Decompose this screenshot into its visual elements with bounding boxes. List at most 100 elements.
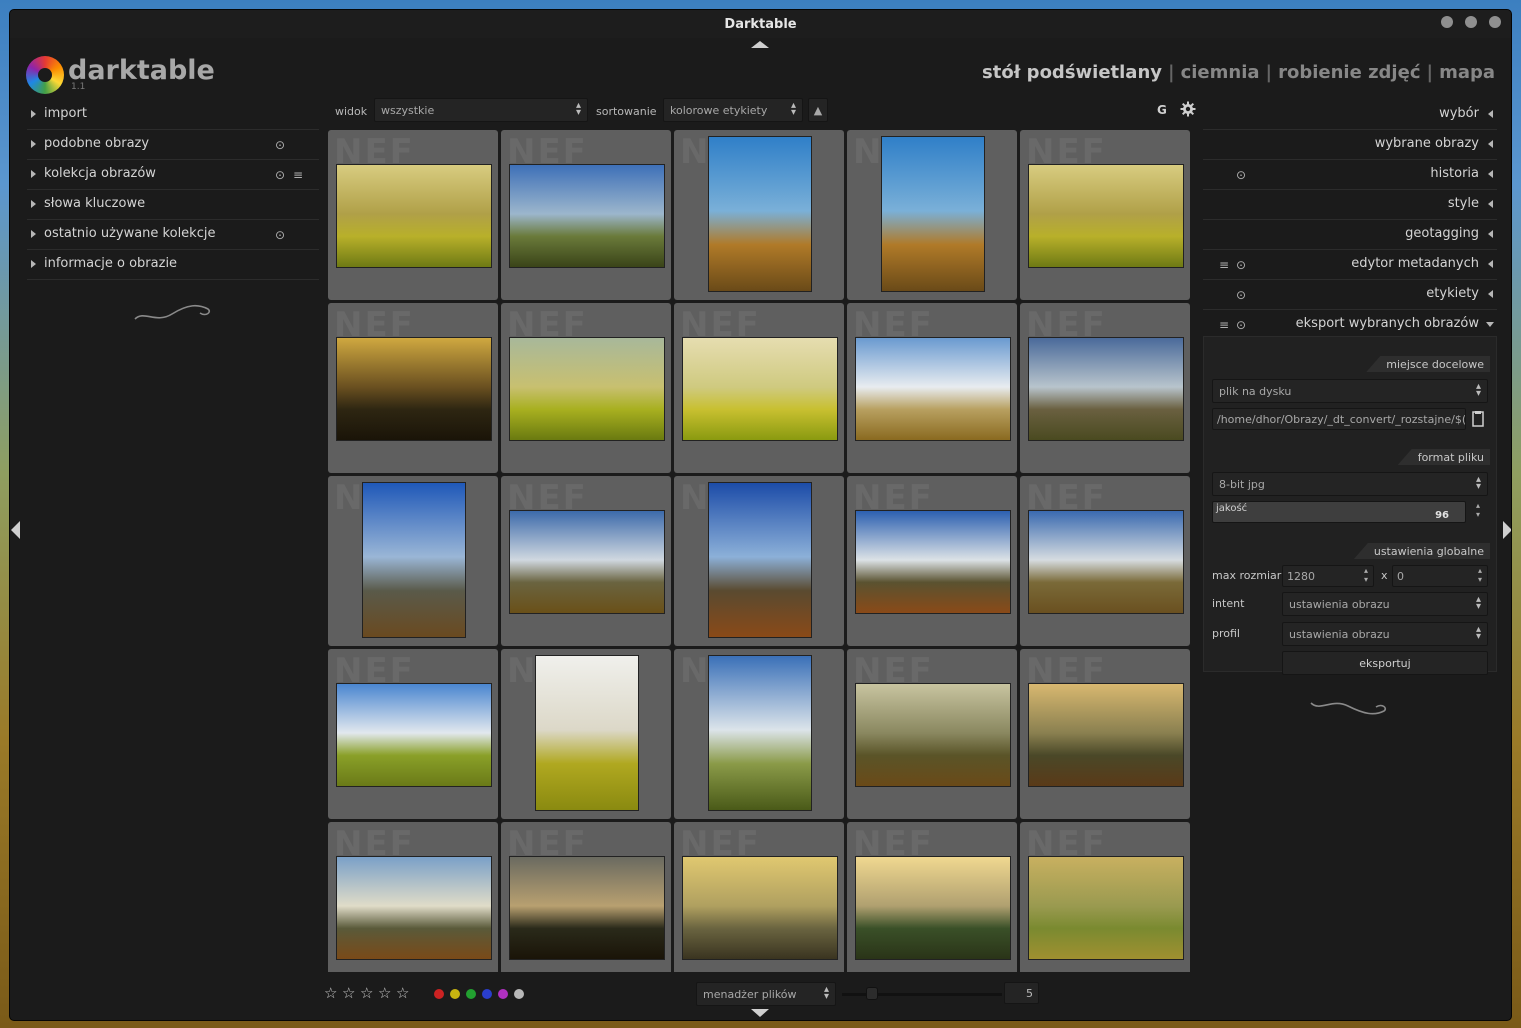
thumbnail[interactable]: NEF bbox=[501, 649, 671, 819]
right-panel-toggle-icon[interactable] bbox=[1503, 521, 1511, 539]
thumbnail[interactable]: NEF bbox=[674, 303, 844, 473]
sort-select[interactable]: kolorowe etykiety ▴ ▾ bbox=[663, 98, 803, 122]
star-rating-2-icon[interactable]: ☆ bbox=[342, 984, 355, 1002]
profile-select[interactable]: ustawienia obrazu ▴ ▾ bbox=[1282, 622, 1488, 646]
presets-icon[interactable]: ≡ bbox=[1219, 258, 1229, 272]
reset-icon[interactable]: ⊙ bbox=[275, 138, 285, 152]
reset-icon[interactable]: ⊙ bbox=[275, 168, 285, 182]
module-styles[interactable]: style bbox=[1203, 190, 1497, 220]
zoom-input[interactable]: 5 bbox=[1004, 982, 1039, 1004]
file-format-select[interactable]: 8-bit jpg ▴ ▾ bbox=[1212, 472, 1488, 496]
intent-select[interactable]: ustawienia obrazu ▴ ▾ bbox=[1282, 592, 1488, 616]
reset-icon[interactable]: ⊙ bbox=[1236, 318, 1246, 332]
color-label-yellow-icon[interactable] bbox=[450, 989, 460, 999]
module-keywords[interactable]: słowa kluczowe bbox=[27, 190, 319, 220]
thumbnail[interactable]: NEF bbox=[328, 649, 498, 819]
view-separator: | bbox=[1265, 62, 1273, 83]
height-spin-icon[interactable]: ▴ ▾ bbox=[1478, 566, 1482, 584]
thumbnail[interactable]: NEF bbox=[1020, 822, 1190, 972]
target-storage-select[interactable]: plik na dysku ▴ ▾ bbox=[1212, 379, 1488, 403]
module-select[interactable]: wybór bbox=[1203, 100, 1497, 130]
thumbnail[interactable]: NEF bbox=[328, 303, 498, 473]
thumbnail[interactable]: NEF bbox=[847, 649, 1017, 819]
color-label-purple-icon[interactable] bbox=[498, 989, 508, 999]
thumbnail[interactable]: NEF bbox=[674, 649, 844, 819]
thumbnail[interactable]: NEF bbox=[1020, 649, 1190, 819]
close-button[interactable] bbox=[1489, 16, 1501, 28]
view-separator: | bbox=[1426, 62, 1434, 83]
star-rating-4-icon[interactable]: ☆ bbox=[378, 984, 391, 1002]
presets-icon[interactable]: ≡ bbox=[293, 168, 303, 182]
thumbnail[interactable]: NEF bbox=[674, 130, 844, 300]
intent-value: ustawienia obrazu bbox=[1289, 598, 1390, 611]
max-height-input[interactable]: 0 bbox=[1392, 565, 1488, 587]
star-rating-1-icon[interactable]: ☆ bbox=[324, 984, 337, 1002]
width-spin-icon[interactable]: ▴ ▾ bbox=[1364, 566, 1368, 584]
module-similar-images[interactable]: podobne obrazy ⊙ bbox=[27, 130, 319, 160]
thumbnail[interactable]: NEF bbox=[328, 822, 498, 972]
thumbnail[interactable]: NEF bbox=[501, 822, 671, 972]
module-label: geotagging bbox=[1405, 226, 1479, 241]
module-image-information[interactable]: informacje o obrazie bbox=[27, 250, 319, 280]
reset-icon[interactable]: ⊙ bbox=[275, 228, 285, 242]
star-rating-3-icon[interactable]: ☆ bbox=[360, 984, 373, 1002]
thumbnail[interactable]: NEF bbox=[847, 822, 1017, 972]
module-import[interactable]: import bbox=[27, 100, 319, 130]
reset-icon[interactable]: ⊙ bbox=[1236, 168, 1246, 182]
max-height-value: 0 bbox=[1397, 570, 1404, 583]
quality-slider[interactable]: jakość 96 bbox=[1212, 501, 1466, 523]
module-label: historia bbox=[1430, 166, 1479, 181]
layout-select[interactable]: menadżer plików ▴ ▾ bbox=[696, 982, 836, 1006]
thumbnail[interactable]: NEF bbox=[1020, 130, 1190, 300]
color-label-clear-icon[interactable] bbox=[514, 989, 524, 999]
reset-icon[interactable]: ⊙ bbox=[1236, 258, 1246, 272]
view-filter-select[interactable]: wszystkie ▴ ▾ bbox=[374, 98, 588, 122]
thumbnail[interactable]: NEF bbox=[328, 130, 498, 300]
directory-icon[interactable] bbox=[1471, 410, 1485, 428]
module-label: import bbox=[44, 106, 87, 121]
reset-icon[interactable]: ⊙ bbox=[1236, 288, 1246, 302]
module-collect-images[interactable]: kolekcja obrazów ⊙ ≡ bbox=[27, 160, 319, 190]
presets-icon[interactable]: ≡ bbox=[1219, 318, 1229, 332]
gear-icon[interactable] bbox=[1180, 101, 1196, 117]
export-button[interactable]: eksportuj bbox=[1282, 651, 1488, 675]
grouping-button[interactable]: G bbox=[1157, 103, 1167, 117]
quality-spin-icon[interactable]: ▴ ▾ bbox=[1476, 501, 1480, 519]
left-panel-toggle-icon[interactable] bbox=[11, 521, 20, 539]
module-metadata-editor[interactable]: ≡ ⊙ edytor metadanych bbox=[1203, 250, 1497, 280]
maximize-button[interactable] bbox=[1465, 16, 1477, 28]
module-selected-images[interactable]: wybrane obrazy bbox=[1203, 130, 1497, 160]
thumbnail[interactable]: NEF bbox=[847, 303, 1017, 473]
zoom-slider-knob[interactable] bbox=[866, 987, 878, 1000]
max-width-input[interactable]: 1280 bbox=[1282, 565, 1374, 587]
top-panel-toggle-icon[interactable] bbox=[751, 41, 769, 48]
bottom-panel-toggle-icon[interactable] bbox=[751, 1009, 769, 1017]
star-rating-5-icon[interactable]: ☆ bbox=[396, 984, 409, 1002]
thumbnail[interactable]: NEF bbox=[847, 476, 1017, 646]
module-history[interactable]: ⊙ historia bbox=[1203, 160, 1497, 190]
thumbnail[interactable]: NEF bbox=[1020, 303, 1190, 473]
view-lighttable[interactable]: stół podświetlany bbox=[982, 62, 1162, 83]
thumbnail[interactable]: NEF bbox=[674, 822, 844, 972]
minimize-button[interactable] bbox=[1441, 16, 1453, 28]
sort-direction-button[interactable]: ▲ bbox=[808, 98, 828, 122]
thumbnail[interactable]: NEF bbox=[501, 130, 671, 300]
color-label-red-icon[interactable] bbox=[434, 989, 444, 999]
thumbnail[interactable]: NEF bbox=[1020, 476, 1190, 646]
thumbnail[interactable]: NEF bbox=[328, 476, 498, 646]
module-tagging[interactable]: ⊙ etykiety bbox=[1203, 280, 1497, 310]
export-path-input[interactable]: /home/dhor/Obrazy/_dt_convert/_rozstajne… bbox=[1212, 408, 1466, 430]
module-geotagging[interactable]: geotagging bbox=[1203, 220, 1497, 250]
thumbnail[interactable]: NEF bbox=[501, 303, 671, 473]
thumbnail-grid: NEF NEF NEF NEF NEF NEF NEF NEF NEF NEF NEF NEF NEF N… bbox=[328, 130, 1196, 972]
module-recent-collections[interactable]: ostatnio używane kolekcje ⊙ bbox=[27, 220, 319, 250]
color-label-blue-icon[interactable] bbox=[482, 989, 492, 999]
spin-arrows-icon: ▴ ▾ bbox=[575, 100, 581, 118]
thumbnail[interactable]: NEF bbox=[501, 476, 671, 646]
view-darkroom[interactable]: ciemnia bbox=[1181, 62, 1260, 83]
thumbnail[interactable]: NEF bbox=[847, 130, 1017, 300]
view-tethering[interactable]: robienie zdjęć bbox=[1278, 62, 1420, 83]
color-label-green-icon[interactable] bbox=[466, 989, 476, 999]
thumbnail[interactable]: NEF bbox=[674, 476, 844, 646]
view-map[interactable]: mapa bbox=[1439, 62, 1495, 83]
